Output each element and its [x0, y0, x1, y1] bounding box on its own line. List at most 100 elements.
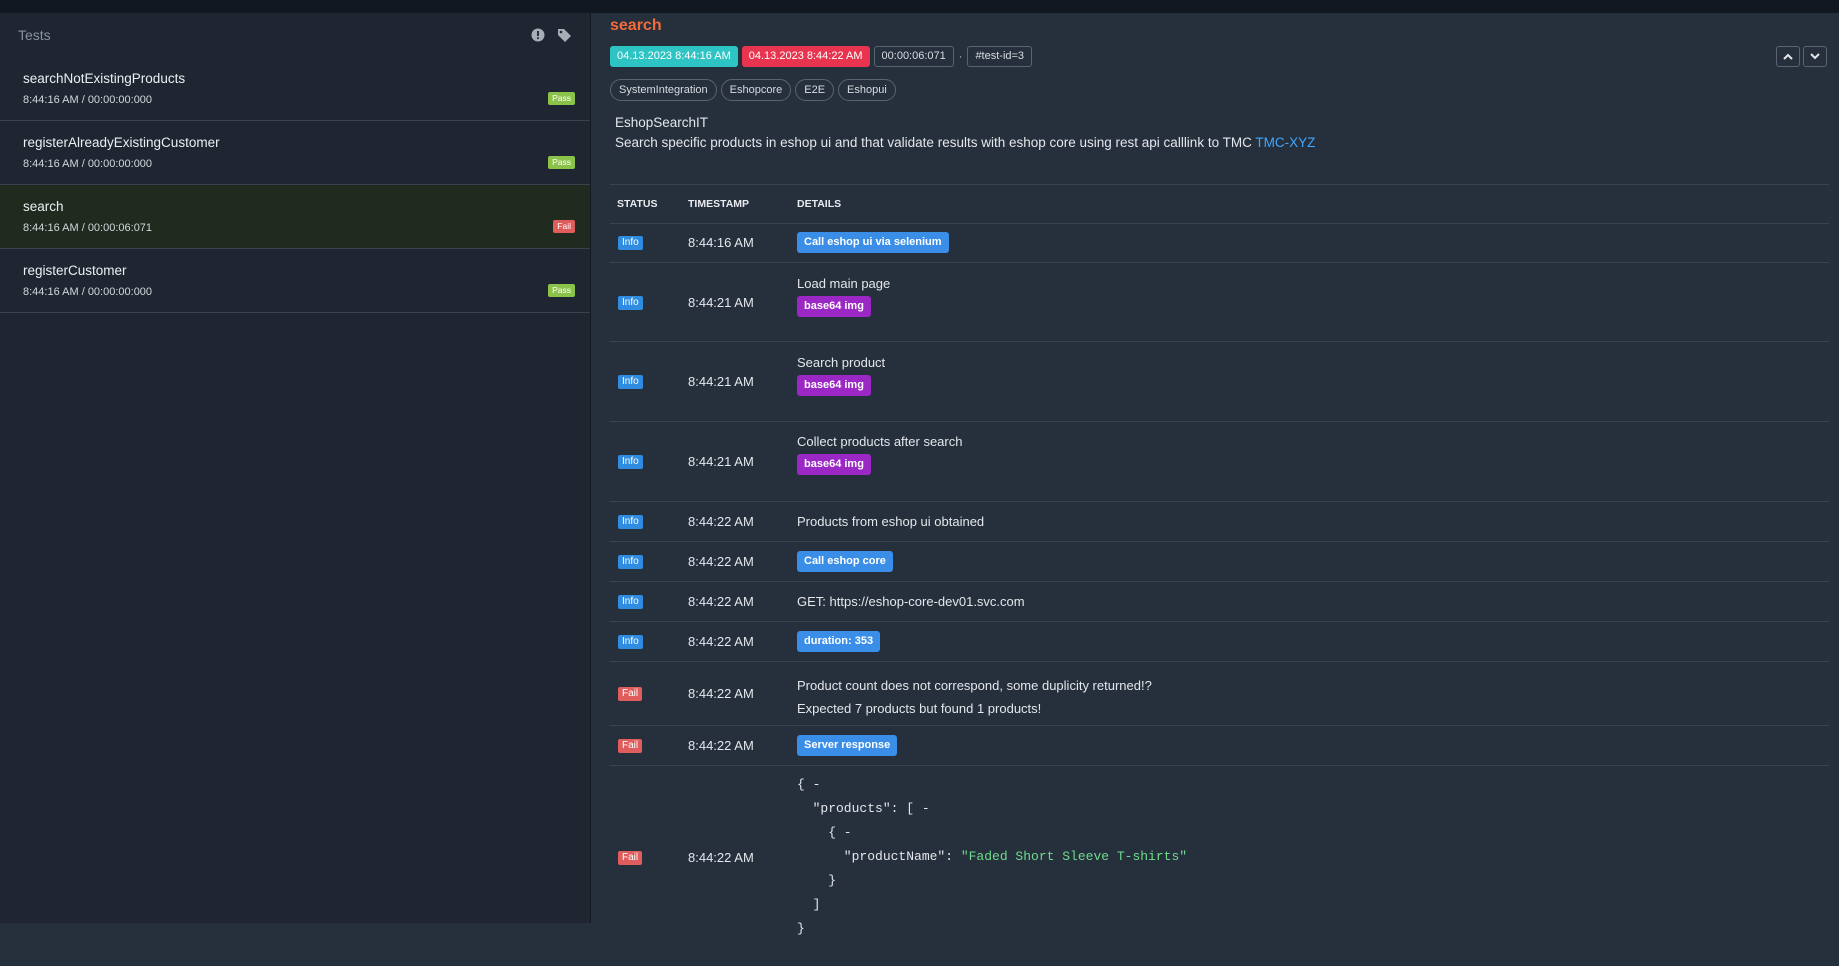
log-row: Info 8:44:22 AM Call eshop core [610, 542, 1829, 582]
status-badge: Info [618, 455, 643, 469]
tests-sidebar: Tests searchNotExistingProducts 8:44:16 … [0, 13, 591, 923]
status-badge: Info [618, 515, 643, 529]
json-line[interactable]: "products": [ - [797, 797, 1187, 821]
log-message: Collect products after search [797, 434, 963, 449]
json-line: ] [797, 897, 821, 912]
status-badge: Fail [618, 851, 643, 865]
tag-icon[interactable] [557, 28, 572, 42]
log-label-button[interactable]: Call eshop core [797, 551, 893, 572]
test-time: 8:44:16 AM / 00:00:00:000 [23, 94, 153, 106]
base64-image-button[interactable]: base64 img [797, 454, 871, 475]
sidebar-header: Tests [0, 13, 590, 57]
log-row: Info 8:44:22 AM GET: https://eshop-core-… [610, 582, 1829, 622]
tag-list: SystemIntegration Eshopcore E2E Eshopui [610, 79, 896, 101]
meta-separator: · [958, 50, 963, 63]
test-item[interactable]: searchNotExistingProducts 8:44:16 AM / 0… [0, 57, 590, 121]
description-text: Search specific products in eshop ui and… [615, 135, 1256, 150]
status-badge: Info [618, 375, 643, 389]
test-time: 8:44:16 AM / 00:00:06:071 [23, 222, 153, 234]
column-header-details: DETAILS [797, 198, 842, 210]
log-row: Info 8:44:22 AM duration: 353 [610, 622, 1829, 662]
exclamation-circle-icon[interactable] [531, 28, 545, 42]
test-meta: 04.13.2023 8:44:16 AM 04.13.2023 8:44:22… [610, 46, 1033, 67]
test-detail-panel: search 04.13.2023 8:44:16 AM 04.13.2023 … [591, 13, 1839, 936]
sidebar-title: Tests [18, 27, 51, 43]
test-time: 8:44:16 AM / 00:00:00:000 [23, 158, 153, 170]
log-timestamp: 8:44:21 AM [688, 454, 754, 469]
test-id-badge: #test-id=3 [967, 46, 1033, 67]
column-header-status: STATUS [617, 198, 658, 210]
status-badge: Pass [548, 92, 575, 105]
log-row: Info 8:44:16 AM Call eshop ui via seleni… [610, 224, 1829, 263]
test-name: search [23, 199, 64, 214]
log-row: Info 8:44:21 AM Collect products after s… [610, 422, 1829, 502]
test-item[interactable]: registerAlreadyExistingCustomer 8:44:16 … [0, 121, 590, 185]
column-header-timestamp: TIMESTAMP [688, 198, 750, 210]
chevron-down-icon [1810, 53, 1820, 60]
start-time-badge: 04.13.2023 8:44:16 AM [610, 46, 738, 67]
log-row: Info 8:44:21 AM Search product base64 im… [610, 342, 1829, 422]
test-time: 8:44:16 AM / 00:00:00:000 [23, 286, 153, 298]
tag[interactable]: Eshopcore [720, 79, 792, 101]
test-description: EshopSearchIT Search specific products i… [615, 113, 1315, 153]
log-label-button[interactable]: Call eshop ui via selenium [797, 232, 949, 253]
test-name: registerAlreadyExistingCustomer [23, 135, 220, 150]
log-row: Fail 8:44:22 AM Server response [610, 726, 1829, 766]
log-timestamp: 8:44:22 AM [688, 634, 754, 649]
status-badge: Info [618, 296, 643, 310]
test-name: registerCustomer [23, 263, 127, 278]
log-timestamp: 8:44:22 AM [688, 514, 754, 529]
tag[interactable]: SystemIntegration [610, 79, 717, 101]
log-row: Info 8:44:21 AM Load main page base64 im… [610, 263, 1829, 342]
log-label-button[interactable]: duration: 353 [797, 631, 881, 652]
log-message: Load main page [797, 276, 891, 291]
log-row: Info 8:44:22 AM Products from eshop ui o… [610, 502, 1829, 542]
log-row: Fail 8:44:22 AM { - "products": [ - { - … [610, 766, 1829, 966]
log-table: STATUS TIMESTAMP DETAILS Info 8:44:16 AM… [610, 184, 1829, 966]
duration-badge: 00:00:06:071 [873, 46, 954, 67]
end-time-badge: 04.13.2023 8:44:22 AM [741, 46, 870, 67]
log-timestamp: 8:44:22 AM [688, 594, 754, 609]
log-message: Products from eshop ui obtained [797, 514, 985, 529]
json-line[interactable]: { - [797, 773, 1187, 797]
json-line: "productName": "Faded Short Sleeve T-shi… [797, 845, 1187, 869]
base64-image-button[interactable]: base64 img [797, 375, 871, 396]
test-item-selected[interactable]: search 8:44:16 AM / 00:00:06:071 Fail [0, 185, 590, 249]
status-badge: Fail [618, 687, 643, 701]
status-badge: Fail [553, 220, 575, 233]
log-timestamp: 8:44:22 AM [688, 850, 754, 865]
test-title: search [610, 17, 662, 34]
log-timestamp: 8:44:16 AM [688, 235, 754, 250]
log-message: Expected 7 products but found 1 products… [797, 701, 1042, 716]
json-line: } [797, 873, 837, 888]
server-response-button[interactable]: Server response [797, 735, 898, 756]
test-class-name: EshopSearchIT [615, 115, 709, 130]
navigation-buttons [1776, 46, 1827, 67]
tag[interactable]: E2E [795, 79, 835, 101]
status-badge: Info [618, 635, 643, 649]
status-badge: Fail [618, 739, 643, 753]
test-item[interactable]: registerCustomer 8:44:16 AM / 00:00:00:0… [0, 249, 590, 313]
next-button[interactable] [1803, 46, 1827, 67]
status-badge: Info [618, 555, 643, 569]
log-timestamp: 8:44:22 AM [688, 738, 754, 753]
tmc-link[interactable]: TMC-XYZ [1255, 135, 1315, 150]
test-name: searchNotExistingProducts [23, 71, 186, 86]
log-message: Product count does not correspond, some … [797, 678, 1152, 693]
log-row: Fail 8:44:22 AM Product count does not c… [610, 662, 1829, 726]
log-timestamp: 8:44:21 AM [688, 295, 754, 310]
tag[interactable]: Eshopui [838, 79, 896, 101]
status-badge: Pass [548, 284, 575, 297]
base64-image-button[interactable]: base64 img [797, 296, 871, 317]
top-bar [0, 0, 1839, 13]
status-badge: Pass [548, 156, 575, 169]
json-line[interactable]: { - [797, 821, 1187, 845]
log-table-header: STATUS TIMESTAMP DETAILS [610, 185, 1829, 224]
json-line: } [797, 921, 805, 936]
status-badge: Info [618, 236, 643, 250]
log-message: Search product [797, 355, 886, 370]
log-timestamp: 8:44:22 AM [688, 554, 754, 569]
log-timestamp: 8:44:21 AM [688, 374, 754, 389]
log-timestamp: 8:44:22 AM [688, 686, 754, 701]
previous-button[interactable] [1776, 46, 1800, 67]
